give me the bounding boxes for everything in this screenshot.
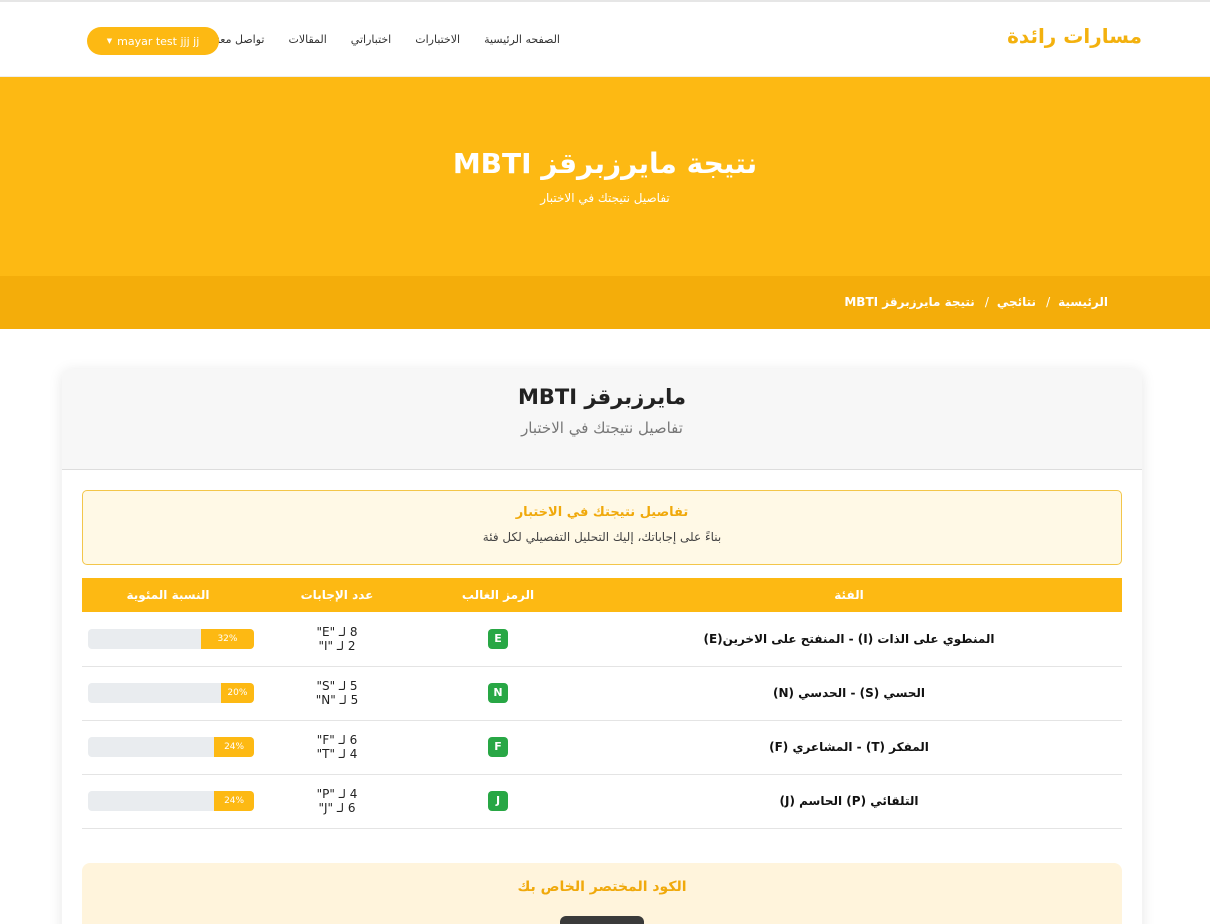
table-header-row: الفئة الرمز الغالب عدد الإجابات النسبة ا… (82, 578, 1122, 612)
page-subtitle: تفاصيل نتيجتك في الاختبار (540, 191, 670, 205)
dominant-cell: F (420, 720, 576, 775)
card-subtitle: تفاصيل نتيجتك في الاختبار (521, 419, 683, 437)
dominant-cell: E (420, 612, 576, 667)
progress-bar: 24% (88, 737, 254, 757)
count-line: 4 لـ "T" (316, 747, 358, 761)
percent-cell: 20% (82, 666, 254, 721)
percent-cell: 24% (82, 774, 254, 829)
progress-fill: 32% (200, 628, 254, 649)
nav-link-tests[interactable]: الاختبارات (415, 33, 460, 46)
card-title: مايرزبرقز MBTI (517, 385, 687, 409)
dominant-badge: J (488, 791, 508, 811)
table-row: الحسي (S) - الحدسي (N) N 5 لـ "S" 5 لـ "… (82, 666, 1122, 721)
page-title: نتيجة مايرزبرقز MBTI (452, 147, 758, 180)
breadcrumb-separator: / (984, 295, 989, 309)
percent-cell: 32% (82, 612, 254, 667)
dominant-badge: F (488, 737, 508, 757)
alert-text: بناءً على إجاباتك، إليك التحليل التفصيلي… (482, 530, 722, 544)
breadcrumb-bar: الرئيسية / نتائجي / نتيجة مايرزبرقز MBTI (0, 276, 1210, 329)
code-display (560, 916, 644, 924)
info-alert: تفاصيل نتيجتك في الاختبار بناءً على إجاب… (82, 490, 1122, 565)
progress-fill: 24% (214, 791, 254, 811)
percent-cell: 24% (82, 720, 254, 775)
table-row: المنطوي على الذات (I) - المنفتح على الاخ… (82, 612, 1122, 667)
nav-link-home[interactable]: الصفحه الرئيسية (484, 33, 560, 46)
code-title: الكود المختصر الخاص بك (517, 879, 687, 895)
breadcrumb-separator: / (1046, 295, 1051, 309)
progress-bar: 32% (88, 628, 254, 649)
dominant-cell: N (420, 666, 576, 721)
count-line: 6 لـ "J" (318, 801, 356, 815)
nav-links: الصفحه الرئيسية الاختبارات اختباراتي الم… (214, 33, 560, 46)
brand-logo[interactable]: مسارات رائدة (1007, 24, 1142, 48)
breadcrumb-home[interactable]: الرئيسية (1058, 295, 1108, 309)
card-header: مايرزبرقز MBTI تفاصيل نتيجتك في الاختبار (62, 369, 1142, 470)
progress-bar: 24% (88, 791, 254, 811)
dominant-badge: E (488, 628, 508, 649)
personality-code-box: الكود المختصر الخاص بك (82, 863, 1122, 924)
count-line: 5 لـ "N" (315, 693, 359, 707)
header-category: الفئة (834, 588, 864, 602)
dominant-badge: N (488, 683, 508, 703)
category-cell: المنطوي على الذات (I) - المنفتح على الاخ… (576, 612, 1122, 667)
progress-fill: 20% (220, 683, 254, 703)
header-percent: النسبة المئوية (126, 588, 210, 602)
breadcrumb-current: نتيجة مايرزبرقز MBTI (844, 295, 975, 309)
results-table: الفئة الرمز الغالب عدد الإجابات النسبة ا… (82, 578, 1122, 829)
top-navbar: مسارات رائدة الصفحه الرئيسية الاختبارات … (0, 0, 1210, 77)
count-cell: 5 لـ "S" 5 لـ "N" (254, 666, 420, 721)
nav-link-my-tests[interactable]: اختباراتي (351, 33, 391, 46)
hero-banner: نتيجة مايرزبرقز MBTI تفاصيل نتيجتك في ال… (0, 77, 1210, 276)
count-line: 5 لـ "S" (316, 679, 358, 693)
header-dominant: الرمز الغالب (461, 588, 535, 602)
progress-fill: 24% (214, 737, 254, 757)
count-line: 8 لـ "E" (316, 624, 358, 639)
chevron-down-icon: ▼ (106, 37, 113, 45)
header-count: عدد الإجابات (300, 588, 374, 602)
breadcrumb: الرئيسية / نتائجي / نتيجة مايرزبرقز MBTI (844, 295, 1108, 309)
category-cell: الحسي (S) - الحدسي (N) (576, 666, 1122, 721)
table-row: التلقائي (P) الحاسم (J) J 4 لـ "P" 6 لـ … (82, 774, 1122, 829)
count-cell: 6 لـ "F" 4 لـ "T" (254, 720, 420, 775)
category-cell: المفكر (T) - المشاعري (F) (576, 720, 1122, 775)
count-line: 4 لـ "P" (316, 787, 358, 801)
progress-bar: 20% (88, 683, 254, 703)
result-card: مايرزبرقز MBTI تفاصيل نتيجتك في الاختبار… (62, 369, 1142, 924)
nav-link-articles[interactable]: المقالات (288, 33, 326, 46)
count-line: 2 لـ "I" (318, 638, 356, 653)
dominant-cell: J (420, 774, 576, 829)
breadcrumb-results[interactable]: نتائجي (997, 295, 1036, 309)
table-row: المفكر (T) - المشاعري (F) F 6 لـ "F" 4 ل… (82, 720, 1122, 775)
count-cell: 8 لـ "E" 2 لـ "I" (254, 612, 420, 667)
count-line: 6 لـ "F" (316, 733, 358, 747)
user-menu-button[interactable]: ▼ mayar test jjj jj (87, 27, 219, 55)
user-name: mayar test jjj jj (117, 34, 200, 48)
nav-link-contact[interactable]: تواصل معنا (214, 33, 265, 46)
alert-title: تفاصيل نتيجتك في الاختبار (515, 505, 689, 520)
count-cell: 4 لـ "P" 6 لـ "J" (254, 774, 420, 829)
category-cell: التلقائي (P) الحاسم (J) (576, 774, 1122, 829)
